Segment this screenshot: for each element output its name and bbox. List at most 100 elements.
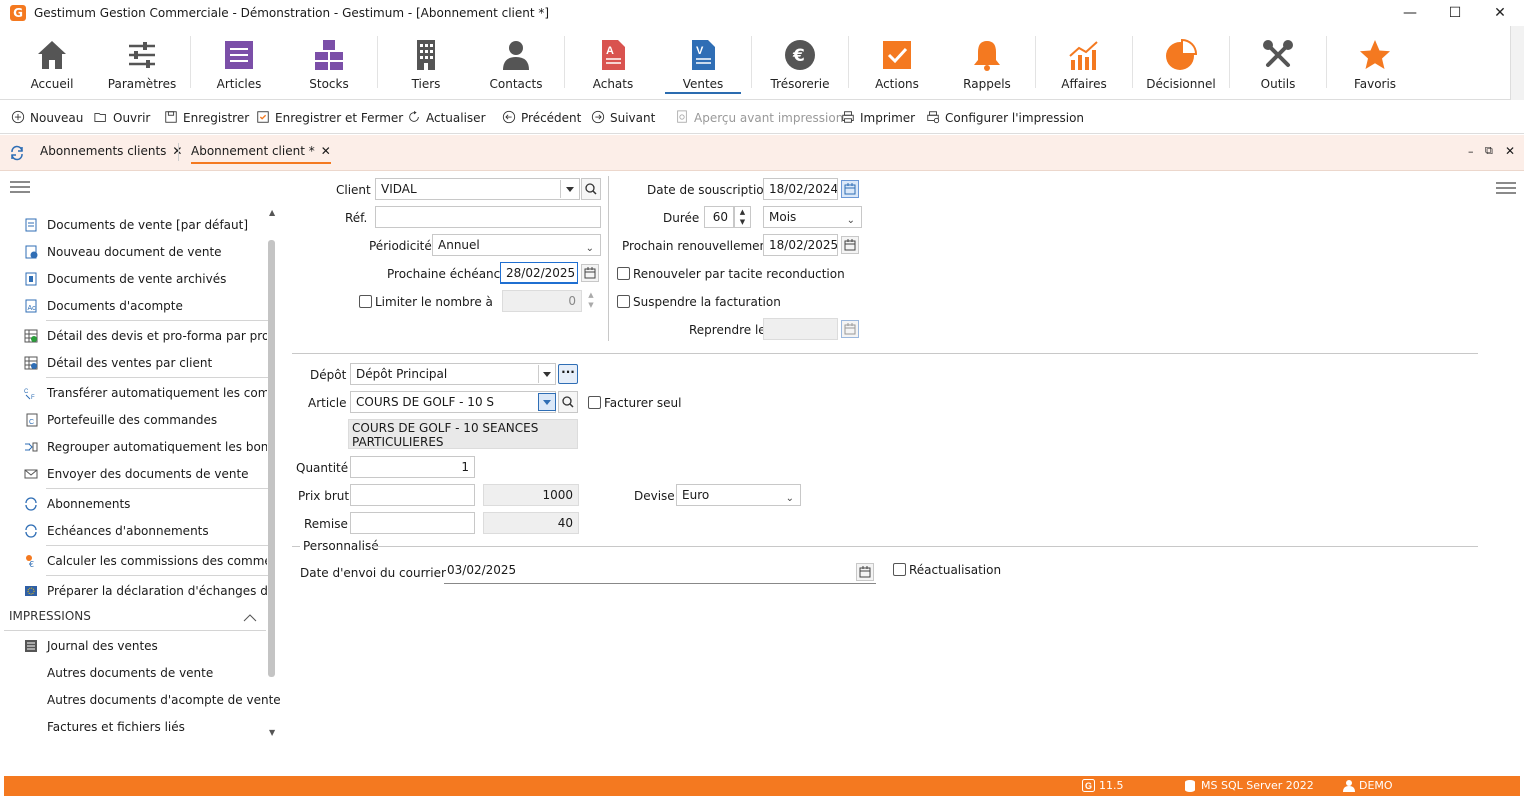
calendar-button[interactable] [841, 236, 859, 254]
duree-field[interactable]: 60 [704, 206, 734, 228]
duree-unit-select[interactable]: Mois ⌄ [763, 206, 862, 228]
client-field[interactable]: VIDAL [375, 178, 580, 200]
sidebar-scrollbar[interactable] [268, 240, 275, 677]
actualiser-button[interactable]: Actualiser [406, 110, 486, 126]
depot-select[interactable]: Dépôt Principal [350, 363, 556, 385]
scroll-up-icon[interactable]: ▲ [269, 208, 275, 217]
article-dropdown[interactable] [538, 393, 556, 411]
article-search-button[interactable] [558, 391, 578, 413]
remise-field[interactable] [350, 512, 475, 534]
article-field[interactable]: COURS DE GOLF - 10 S [350, 391, 556, 413]
duree-spinner[interactable]: ▲ ▼ [734, 206, 751, 228]
date-envoi-field[interactable]: 03/02/2025 [444, 561, 876, 584]
sidebar-item-echeances[interactable]: Echéances d'abonnements [24, 522, 267, 540]
prochaine-echeance-field[interactable]: 28/02/2025 [500, 262, 578, 284]
calendar-button[interactable] [841, 320, 859, 338]
nouveau-button[interactable]: Nouveau [10, 110, 83, 126]
client-dropdown[interactable] [560, 180, 578, 198]
reactualisation-checkbox[interactable] [893, 563, 906, 576]
sidebar-item-declaration[interactable]: Préparer la déclaration d'échanges de b.… [24, 582, 267, 600]
enregistrer-button[interactable]: Enregistrer [163, 110, 249, 126]
collapse-icon[interactable] [243, 614, 257, 622]
ouvrir-button[interactable]: Ouvrir [93, 110, 150, 126]
prochain-renouvellement-field[interactable]: 18/02/2025 [763, 234, 838, 256]
ribbon-decisionnel[interactable]: Décisionnel [1137, 26, 1225, 98]
chart-icon [1069, 41, 1098, 70]
close-doc-icon[interactable]: ✕ [1505, 144, 1515, 158]
maximize-button[interactable]: ☐ [1435, 2, 1475, 24]
renouveler-checkbox[interactable] [617, 267, 630, 280]
suspendre-checkbox[interactable] [617, 295, 630, 308]
facturer-seul-checkbox[interactable] [588, 396, 601, 409]
tab-abonnements-clients[interactable]: Abonnements clients✕ [40, 144, 182, 158]
periodicite-select[interactable]: Annuel ⌄ [432, 234, 601, 256]
configurer-impression-button[interactable]: Configurer l'impression [925, 110, 1084, 126]
ribbon-actions[interactable]: Actions [853, 26, 941, 98]
imprimer-button[interactable]: Imprimer [840, 110, 915, 126]
ribbon-achats[interactable]: A Achats [569, 26, 657, 98]
minimize-doc-icon[interactable]: – [1468, 145, 1474, 158]
ribbon-favoris[interactable]: Favoris [1331, 26, 1419, 98]
sidebar-item-journal[interactable]: Journal des ventes [24, 637, 267, 655]
svg-text:€: € [29, 560, 34, 568]
close-button[interactable]: ✕ [1480, 2, 1520, 24]
ribbon-ventes[interactable]: V Ventes [659, 26, 747, 98]
sidebar-item-detail-ventes[interactable]: Détail des ventes par client [24, 354, 267, 372]
date-souscription-value: 18/02/2024 [769, 182, 838, 196]
depot-dropdown[interactable] [538, 365, 554, 383]
limiter-spinner[interactable]: ▲ ▼ [584, 290, 598, 312]
tab-abonnement-client[interactable]: Abonnement client * ✕ [191, 144, 331, 164]
sidebar-item-archives[interactable]: Documents de vente archivés [24, 270, 267, 288]
suivant-button[interactable]: Suivant [590, 110, 655, 126]
apercu-button[interactable]: Aperçu avant impression [674, 110, 843, 126]
calendar-button[interactable] [581, 264, 599, 282]
sidebar-item-nouveau-document[interactable]: Nouveau document de vente [24, 243, 267, 261]
ribbon-parametres[interactable]: Paramètres [98, 26, 186, 98]
client-search-button[interactable] [581, 178, 601, 200]
ribbon-outils[interactable]: Outils [1234, 26, 1322, 98]
sidebar-item-autres-docs[interactable]: Autres documents de vente [47, 664, 290, 682]
ribbon-accueil[interactable]: Accueil [8, 26, 96, 98]
sidebar-item-commissions[interactable]: € Calculer les commissions des commerc... [24, 552, 267, 570]
date-souscription-field[interactable]: 18/02/2024 [763, 178, 838, 200]
sidebar-item-autres-acompte[interactable]: Autres documents d'acompte de vente [47, 691, 290, 709]
ribbon-scrollbar[interactable] [1510, 26, 1524, 100]
hamburger-icon[interactable] [10, 180, 30, 194]
hamburger-icon[interactable] [1496, 181, 1516, 195]
ribbon-contacts[interactable]: Contacts [472, 26, 560, 98]
sidebar-item-transferer[interactable]: CF Transférer automatiquement les comm... [24, 384, 267, 402]
sidebar-item-portefeuille[interactable]: C Portefeuille des commandes [24, 411, 267, 429]
limiter-checkbox[interactable] [359, 295, 372, 308]
ribbon-tresorerie[interactable]: € Trésorerie [756, 26, 844, 98]
prix-brut-field[interactable] [350, 484, 475, 506]
calendar-button[interactable] [841, 180, 859, 198]
ribbon-tiers[interactable]: Tiers [382, 26, 470, 98]
ribbon-stocks[interactable]: Stocks [285, 26, 373, 98]
sidebar-item-regrouper[interactable]: Regrouper automatiquement les bons ... [24, 438, 267, 456]
client-value: VIDAL [381, 182, 417, 196]
sidebar-item-envoyer[interactable]: Envoyer des documents de vente [24, 465, 267, 483]
sidebar-item-documents-de-vente[interactable]: Documents de vente [par défaut] [24, 216, 267, 234]
sidebar-item-acompte[interactable]: Ac Documents d'acompte [24, 297, 267, 315]
save-icon [165, 111, 177, 123]
restore-doc-icon[interactable]: ⧉ [1485, 144, 1493, 158]
scroll-down-icon[interactable]: ▼ [269, 728, 275, 737]
enregistrer-fermer-button[interactable]: Enregistrer et Fermer [255, 110, 403, 126]
sidebar-item-detail-devis[interactable]: Détail des devis et pro-forma par prosp.… [24, 327, 267, 345]
minimize-button[interactable]: — [1390, 2, 1430, 24]
calendar-button[interactable] [856, 563, 874, 581]
refresh-icon[interactable] [9, 145, 25, 161]
limiter-field[interactable]: 0 [502, 290, 582, 312]
ribbon-rappels[interactable]: Rappels [943, 26, 1031, 98]
sidebar-item-abonnements[interactable]: Abonnements [24, 495, 267, 513]
ribbon-affaires[interactable]: Affaires [1040, 26, 1128, 98]
close-icon[interactable]: ✕ [321, 144, 331, 158]
sidebar-item-factures[interactable]: Factures et fichiers liés [47, 718, 290, 736]
ribbon-articles[interactable]: Articles [195, 26, 283, 98]
depot-more-button[interactable]: ··· [558, 364, 578, 384]
reprendre-field[interactable] [763, 318, 838, 340]
ref-field[interactable] [375, 206, 601, 228]
precedent-button[interactable]: Précédent [501, 110, 581, 126]
devise-select[interactable]: Euro ⌄ [676, 484, 801, 506]
quantite-field[interactable]: 1 [350, 456, 475, 478]
